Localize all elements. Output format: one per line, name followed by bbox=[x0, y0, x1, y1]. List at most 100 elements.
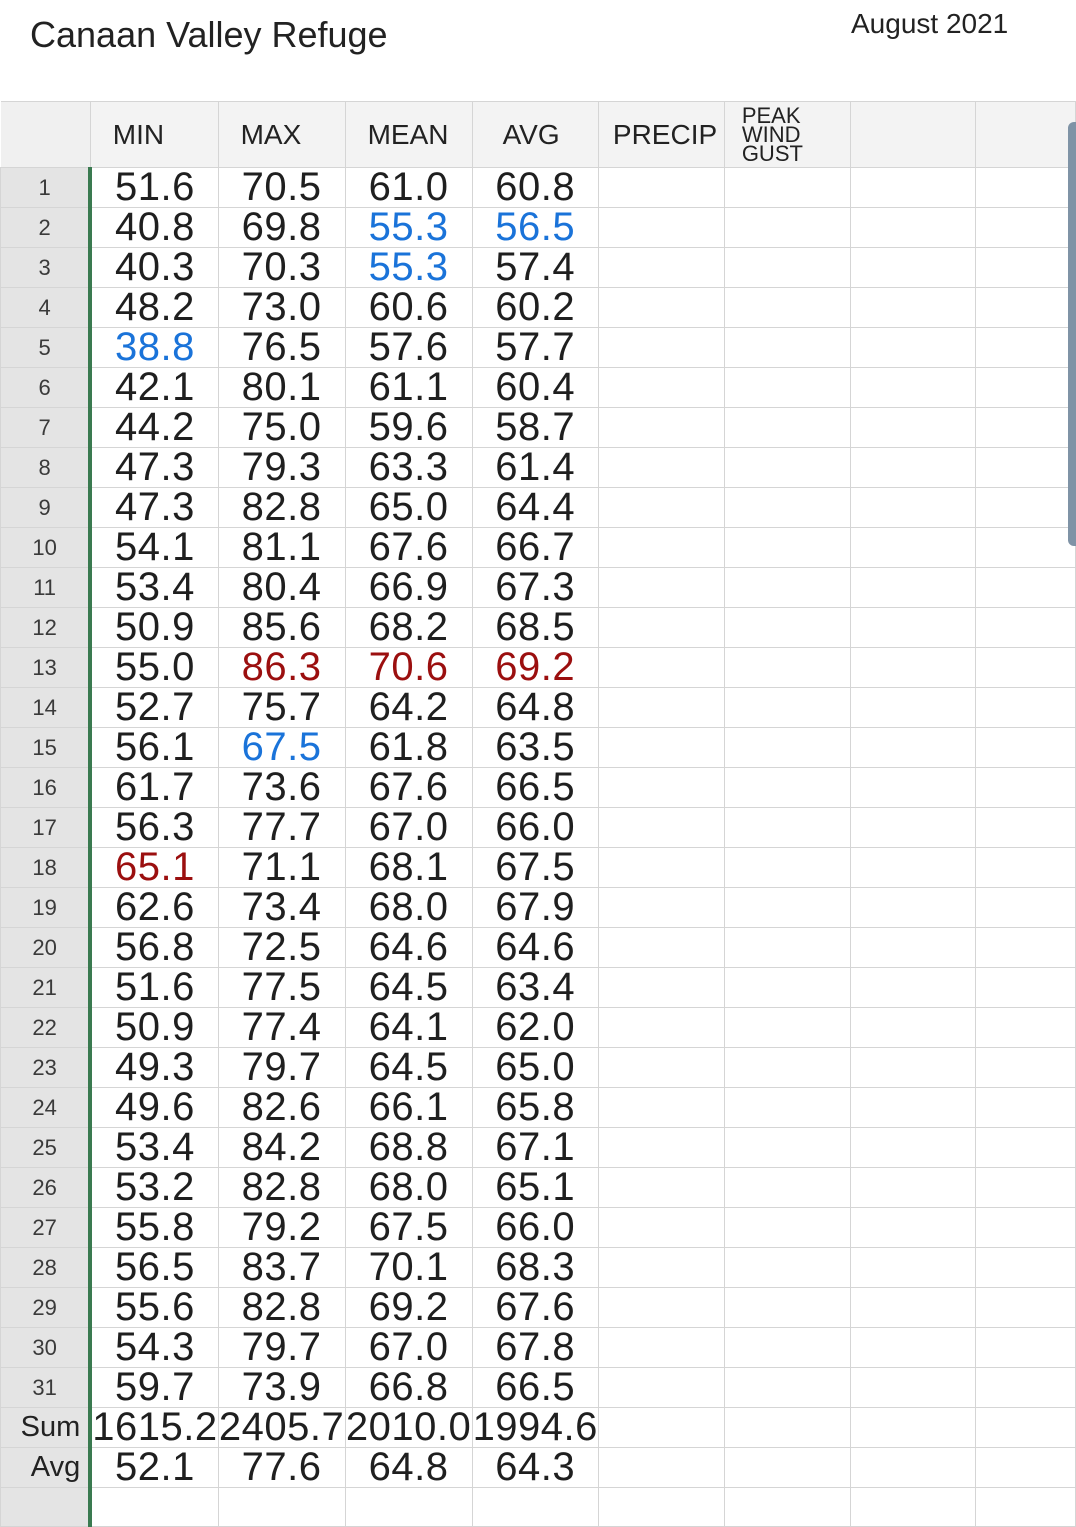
empty-cell[interactable] bbox=[597, 167, 725, 208]
row-header[interactable]: 12 bbox=[0, 607, 93, 648]
empty-cell[interactable] bbox=[974, 247, 1076, 288]
cell-min[interactable]: 55.0 bbox=[89, 647, 219, 688]
cell-avg[interactable]: 63.5 bbox=[471, 727, 599, 768]
empty-cell[interactable] bbox=[974, 1367, 1076, 1408]
cell-max[interactable]: 82.6 bbox=[217, 1087, 346, 1128]
empty-cell[interactable] bbox=[850, 967, 976, 1008]
cell-mean[interactable]: 68.0 bbox=[344, 887, 473, 928]
cell-max[interactable]: 77.6 bbox=[217, 1447, 346, 1488]
empty-cell[interactable] bbox=[597, 447, 725, 488]
row-header[interactable]: 3 bbox=[0, 247, 93, 288]
cell-min[interactable]: 62.6 bbox=[89, 887, 219, 928]
cell-max[interactable]: 75.0 bbox=[217, 407, 346, 448]
empty-cell[interactable] bbox=[723, 647, 852, 688]
cell-max[interactable]: 75.7 bbox=[217, 687, 346, 728]
cell-mean[interactable]: 59.6 bbox=[344, 407, 473, 448]
cell-max[interactable]: 69.8 bbox=[217, 207, 346, 248]
cell-mean[interactable]: 64.1 bbox=[344, 1007, 473, 1048]
cell-min[interactable]: 54.3 bbox=[89, 1327, 219, 1368]
cell-max[interactable]: 79.2 bbox=[217, 1207, 346, 1248]
row-header[interactable]: 10 bbox=[0, 527, 93, 568]
empty-cell[interactable] bbox=[850, 1287, 976, 1328]
cell-avg[interactable]: 67.1 bbox=[471, 1127, 599, 1168]
cell-avg[interactable]: 66.0 bbox=[471, 807, 599, 848]
cell-avg[interactable]: 64.8 bbox=[471, 687, 599, 728]
empty-cell[interactable] bbox=[723, 927, 852, 968]
cell-avg[interactable]: 65.8 bbox=[471, 1087, 599, 1128]
empty-cell[interactable] bbox=[974, 447, 1076, 488]
empty-cell[interactable] bbox=[850, 1087, 976, 1128]
column-header-avg[interactable]: AVG bbox=[471, 101, 599, 168]
empty-cell[interactable] bbox=[850, 927, 976, 968]
row-header[interactable]: 29 bbox=[0, 1287, 93, 1328]
row-header[interactable]: 13 bbox=[0, 647, 93, 688]
empty-cell[interactable] bbox=[974, 167, 1076, 208]
empty-cell[interactable] bbox=[723, 487, 852, 528]
corner-cell[interactable] bbox=[0, 101, 91, 168]
cell-mean[interactable]: 64.6 bbox=[344, 927, 473, 968]
empty-cell[interactable] bbox=[723, 1127, 852, 1168]
empty-cell[interactable] bbox=[850, 887, 976, 928]
empty-cell[interactable] bbox=[974, 327, 1076, 368]
empty-cell[interactable] bbox=[974, 1447, 1076, 1488]
empty-cell[interactable] bbox=[850, 1327, 976, 1368]
cell-max[interactable]: 79.3 bbox=[217, 447, 346, 488]
empty-cell[interactable] bbox=[850, 727, 976, 768]
empty-cell[interactable] bbox=[974, 727, 1076, 768]
cell-avg[interactable]: 69.2 bbox=[471, 647, 599, 688]
empty-cell[interactable] bbox=[974, 367, 1076, 408]
cell-min[interactable]: 47.3 bbox=[89, 487, 219, 528]
empty-cell[interactable] bbox=[597, 1087, 725, 1128]
row-header[interactable]: 4 bbox=[0, 287, 93, 328]
empty-cell[interactable] bbox=[597, 527, 725, 568]
empty-cell[interactable] bbox=[974, 287, 1076, 328]
empty-cell[interactable] bbox=[597, 1367, 725, 1408]
cell-min[interactable]: 1615.2 bbox=[89, 1407, 219, 1448]
empty-cell[interactable] bbox=[597, 327, 725, 368]
row-header[interactable]: 17 bbox=[0, 807, 93, 848]
empty-cell[interactable] bbox=[850, 1447, 976, 1488]
cell-mean[interactable]: 61.0 bbox=[344, 167, 473, 208]
cell-mean[interactable]: 64.5 bbox=[344, 1047, 473, 1088]
cell-avg[interactable]: 1994.6 bbox=[471, 1407, 599, 1448]
empty-cell[interactable] bbox=[850, 487, 976, 528]
empty-cell[interactable] bbox=[974, 607, 1076, 648]
cell-max[interactable]: 76.5 bbox=[217, 327, 346, 368]
column-header-min[interactable]: MIN bbox=[89, 101, 219, 168]
empty-cell[interactable] bbox=[974, 1327, 1076, 1368]
cell-min[interactable]: 55.8 bbox=[89, 1207, 219, 1248]
row-header[interactable]: 18 bbox=[0, 847, 93, 888]
empty-cell[interactable] bbox=[974, 567, 1076, 608]
cell-mean[interactable]: 67.6 bbox=[344, 767, 473, 808]
empty-cell[interactable] bbox=[850, 167, 976, 208]
cell-min[interactable]: 52.7 bbox=[89, 687, 219, 728]
cell-min[interactable]: 49.6 bbox=[89, 1087, 219, 1128]
cell-mean[interactable]: 66.1 bbox=[344, 1087, 473, 1128]
cell-mean[interactable]: 55.3 bbox=[344, 247, 473, 288]
cell-mean[interactable]: 66.9 bbox=[344, 567, 473, 608]
cell-avg[interactable]: 61.4 bbox=[471, 447, 599, 488]
empty-cell[interactable] bbox=[723, 1327, 852, 1368]
row-header[interactable]: 14 bbox=[0, 687, 93, 728]
cell-mean[interactable]: 68.2 bbox=[344, 607, 473, 648]
empty-cell[interactable] bbox=[597, 927, 725, 968]
cell-avg[interactable]: 64.6 bbox=[471, 927, 599, 968]
cell-max[interactable]: 81.1 bbox=[217, 527, 346, 568]
cell-min[interactable]: 53.4 bbox=[89, 567, 219, 608]
empty-cell[interactable] bbox=[974, 1487, 1076, 1527]
empty-cell[interactable] bbox=[850, 1167, 976, 1208]
empty-cell[interactable] bbox=[723, 167, 852, 208]
empty-cell[interactable] bbox=[850, 767, 976, 808]
row-header[interactable]: 15 bbox=[0, 727, 93, 768]
empty-cell[interactable] bbox=[850, 207, 976, 248]
empty-cell[interactable] bbox=[597, 247, 725, 288]
empty-cell[interactable] bbox=[723, 527, 852, 568]
cell-max[interactable]: 85.6 bbox=[217, 607, 346, 648]
empty-cell[interactable] bbox=[850, 447, 976, 488]
empty-cell[interactable] bbox=[723, 1447, 852, 1488]
empty-cell[interactable] bbox=[850, 607, 976, 648]
column-header-peak-wind-gust[interactable]: PEAK WIND GUST bbox=[723, 101, 852, 168]
empty-cell[interactable] bbox=[597, 767, 725, 808]
cell-min[interactable]: 56.1 bbox=[89, 727, 219, 768]
empty-cell[interactable] bbox=[597, 1327, 725, 1368]
